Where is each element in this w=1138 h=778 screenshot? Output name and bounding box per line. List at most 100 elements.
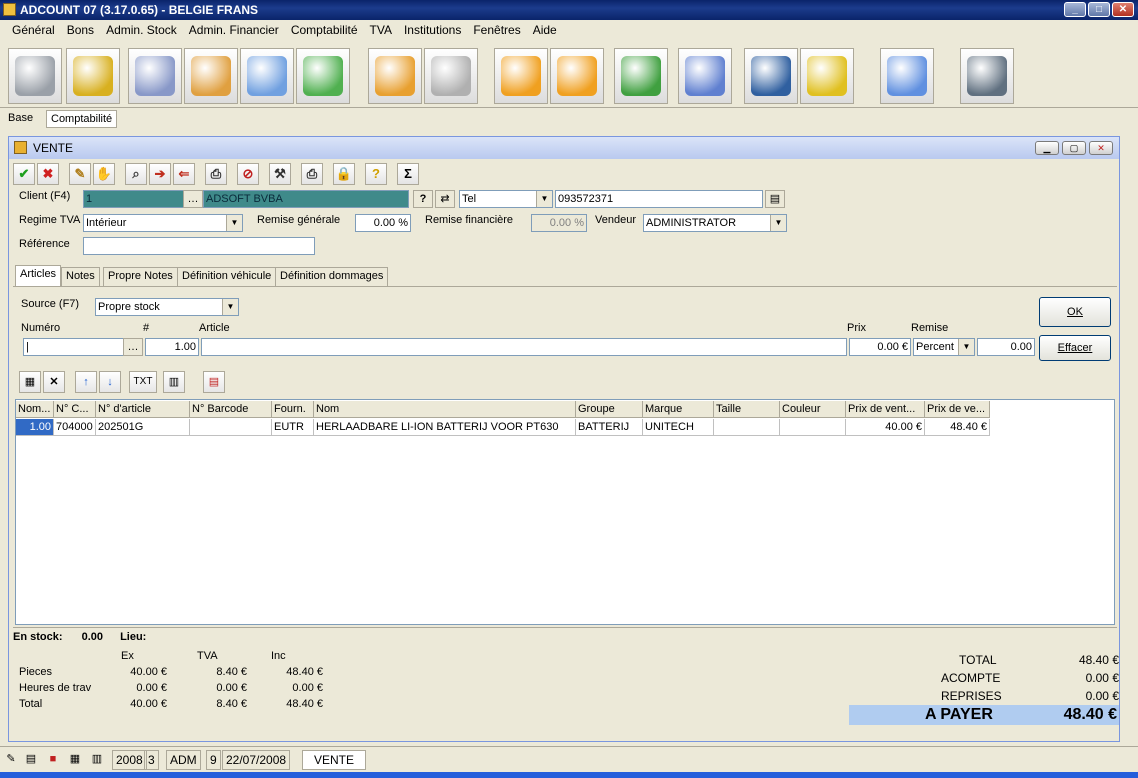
menu-tva[interactable]: TVA — [364, 23, 398, 37]
table-cell-barcode[interactable] — [190, 419, 272, 436]
menu-comptabilite[interactable]: Comptabilité — [285, 23, 364, 37]
client-help-icon[interactable]: ? — [413, 190, 433, 208]
table-cell-groupe[interactable]: BATTERIJ — [576, 419, 643, 436]
effacer-button[interactable]: Effacer — [1039, 335, 1111, 361]
table-cell-nom[interactable]: HERLAADBARE LI-ION BATTERIJ VOOR PT630 — [314, 419, 576, 436]
col-header-groupe[interactable]: Groupe — [576, 401, 643, 418]
close-button[interactable]: ✕ — [1112, 2, 1134, 17]
toolbar-button-display[interactable] — [240, 48, 294, 104]
menu-admin-financier[interactable]: Admin. Financier — [183, 23, 285, 37]
tab-comptabilite[interactable]: Comptabilité — [46, 110, 118, 128]
sigma-icon[interactable]: Σ — [397, 163, 419, 185]
toolbar-button-download[interactable] — [614, 48, 668, 104]
remise-generale-field[interactable]: 0.00 % — [355, 214, 411, 232]
article-field[interactable] — [201, 338, 847, 356]
document-search-icon[interactable]: ⌕ — [125, 163, 147, 185]
tab-propre-notes[interactable]: Propre Notes — [103, 267, 178, 286]
toolbar-button-books[interactable] — [296, 48, 350, 104]
col-header-fourn[interactable]: Fourn. — [272, 401, 314, 418]
col-header-barcode[interactable]: N° Barcode — [190, 401, 272, 418]
toolbar-button-update[interactable] — [678, 48, 732, 104]
table-cell-n-c[interactable]: 704000 — [54, 419, 96, 436]
col-header-nom[interactable]: Nom — [314, 401, 576, 418]
toolbar-button-export[interactable] — [550, 48, 604, 104]
table-cell-marque[interactable]: UNITECH — [643, 419, 714, 436]
remise-financiere-field[interactable]: 0.00 % — [531, 214, 587, 232]
col-header-marque[interactable]: Marque — [643, 401, 714, 418]
toolbar-button-keys[interactable] — [424, 48, 478, 104]
menu-admin-stock[interactable]: Admin. Stock — [100, 23, 183, 37]
menu-general[interactable]: Général — [6, 23, 61, 37]
client-name-field[interactable]: ADSOFT BVBA — [203, 190, 409, 208]
columns-icon[interactable]: ▥ — [163, 371, 185, 393]
col-header-taille[interactable]: Taille — [714, 401, 780, 418]
menu-aide[interactable]: Aide — [527, 23, 563, 37]
hand-icon[interactable]: ✋ — [93, 163, 115, 185]
grid-delete-icon[interactable]: ✕ — [43, 371, 65, 393]
table-cell-prix-inc[interactable]: 48.40 € — [925, 419, 990, 436]
vente-restore-button[interactable]: ▢ — [1062, 141, 1086, 155]
toolbar-button-users[interactable] — [744, 48, 798, 104]
move-down-icon[interactable]: ↓ — [99, 371, 121, 393]
stop-icon[interactable]: ⊘ — [237, 163, 259, 185]
menu-fenetres[interactable]: Fenêtres — [467, 23, 526, 37]
table-cell-qty[interactable]: 1.00 — [16, 419, 54, 436]
toolbar-button-finance[interactable] — [66, 48, 120, 104]
table-cell-taille[interactable] — [714, 419, 780, 436]
col-header-couleur[interactable]: Couleur — [780, 401, 846, 418]
minimize-button[interactable]: _ — [1064, 2, 1086, 17]
status-window-vente[interactable]: VENTE — [302, 750, 366, 770]
confirm-check-icon[interactable]: ✔ — [13, 163, 35, 185]
regime-tva-select[interactable]: Intérieur ▼ — [83, 214, 243, 232]
toolbar-button-sales[interactable] — [8, 48, 62, 104]
tab-definition-vehicule[interactable]: Définition véhicule — [177, 267, 277, 286]
reference-field[interactable] — [83, 237, 315, 255]
source-select[interactable]: Propre stock ▼ — [95, 298, 239, 316]
contact-type-select[interactable]: Tel ▼ — [459, 190, 553, 208]
document-icon[interactable]: ▤ — [24, 752, 38, 766]
contact-value-field[interactable]: 093572371 — [555, 190, 763, 208]
client-lookup-button[interactable]: … — [183, 190, 203, 208]
tab-articles[interactable]: Articles — [15, 265, 62, 286]
numero-lookup-button[interactable]: … — [123, 338, 143, 356]
table-cell-prix-ex[interactable]: 40.00 € — [846, 419, 925, 436]
tab-base[interactable]: Base — [4, 110, 37, 128]
txt-button[interactable]: TXT — [129, 371, 157, 393]
edit-icon[interactable]: ✎ — [69, 163, 91, 185]
table-cell-n-article[interactable]: 202501G — [96, 419, 190, 436]
menu-bons[interactable]: Bons — [61, 23, 100, 37]
grid-edit-icon[interactable]: ▦ — [19, 371, 41, 393]
print-preview-icon[interactable]: ⎙ — [301, 163, 323, 185]
cancel-x-icon[interactable]: ✖ — [37, 163, 59, 185]
notes-icon[interactable]: ✎ — [4, 752, 18, 766]
table-cell-couleur[interactable] — [780, 419, 846, 436]
lock-icon[interactable]: 🔒 — [333, 163, 355, 185]
help-question-icon[interactable]: ? — [365, 163, 387, 185]
vente-close-button[interactable]: ✕ — [1089, 141, 1113, 155]
col-header-prix-vente-inc[interactable]: Prix de ve... — [925, 401, 990, 418]
prix-field[interactable]: 0.00 € — [849, 338, 911, 356]
move-up-icon[interactable]: ↑ — [75, 371, 97, 393]
col-header-prix-vente-ex[interactable]: Prix de vent... — [846, 401, 925, 418]
calendar-icon[interactable]: ▦ — [68, 752, 82, 766]
menu-institutions[interactable]: Institutions — [398, 23, 467, 37]
col-header-n-article[interactable]: N° d'article — [96, 401, 190, 418]
ok-button[interactable]: OK — [1039, 297, 1111, 327]
tools-icon[interactable]: ⚒ — [269, 163, 291, 185]
printer-icon[interactable]: ⎙ — [205, 163, 227, 185]
maximize-button[interactable]: □ — [1088, 2, 1110, 17]
remise-type-select[interactable]: Percent ▼ — [913, 338, 975, 356]
toolbar-button-config[interactable] — [184, 48, 238, 104]
vente-minimize-button[interactable]: ▁ — [1035, 141, 1059, 155]
toolbar-button-delivery[interactable] — [800, 48, 854, 104]
document-back-icon[interactable]: ⇐ — [173, 163, 195, 185]
col-header-nom-qty[interactable]: Nom... — [16, 401, 54, 418]
calculator-icon[interactable]: ▥ — [90, 752, 104, 766]
remise-value-field[interactable]: 0.00 — [977, 338, 1035, 356]
tab-definition-dommages[interactable]: Définition dommages — [275, 267, 389, 286]
contact-card-icon[interactable]: ▤ — [765, 190, 785, 208]
quantity-field[interactable]: 1.00 — [145, 338, 199, 356]
briefcase-icon[interactable]: ■ — [46, 752, 60, 766]
vendeur-select[interactable]: ADMINISTRATOR ▼ — [643, 214, 787, 232]
client-swap-icon[interactable]: ⇄ — [435, 190, 455, 208]
